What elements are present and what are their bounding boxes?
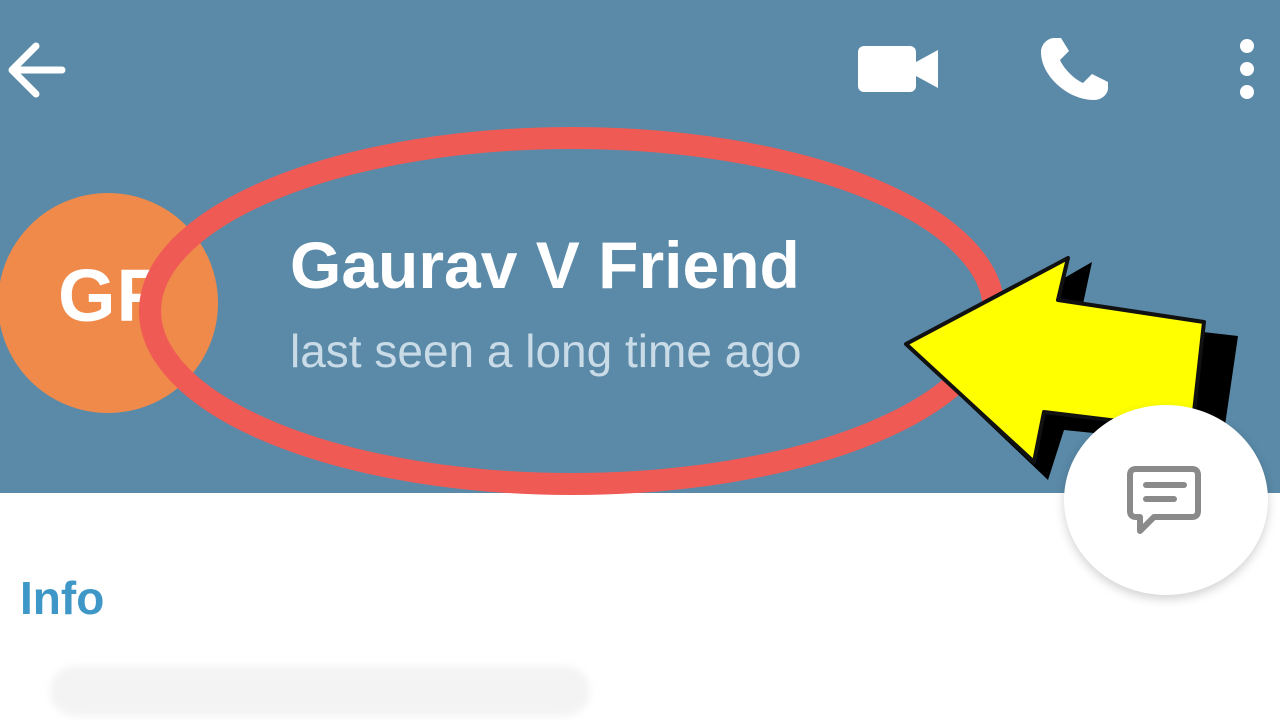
contact-name: Gaurav V Friend [290,228,800,302]
blurred-info-field [50,666,590,716]
profile-header: GF Gaurav V Friend last seen a long time… [0,0,1280,493]
back-button[interactable] [0,30,80,110]
last-seen-status: last seen a long time ago [290,325,802,377]
voice-call-button[interactable] [1028,30,1118,110]
avatar-initials: GF [58,254,163,337]
avatar[interactable]: GF [0,193,218,413]
send-message-fab[interactable] [1064,405,1268,595]
more-vertical-icon [1240,39,1254,99]
message-icon [1127,466,1201,534]
video-camera-icon [858,46,938,92]
phone-icon [1041,38,1108,100]
arrow-left-icon [8,42,66,98]
info-section-heading: Info [20,572,105,624]
video-call-button[interactable] [850,36,946,102]
more-options-button[interactable] [1225,30,1269,110]
contact-profile-screen: GF Gaurav V Friend last seen a long time… [0,0,1280,720]
